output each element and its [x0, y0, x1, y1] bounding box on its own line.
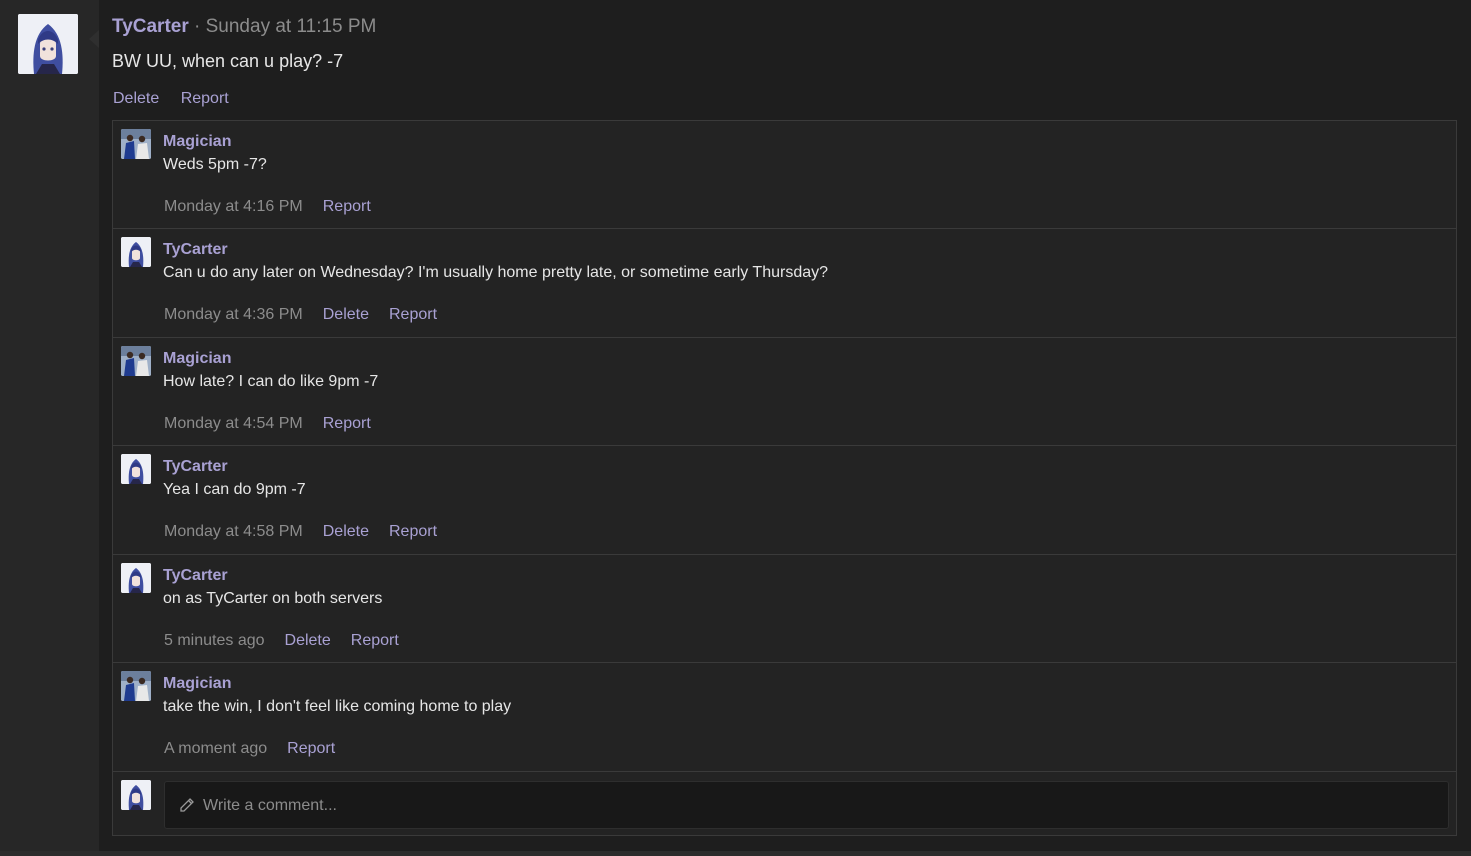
comment-author[interactable]: TyCarter	[163, 458, 228, 476]
avatar[interactable]	[121, 563, 151, 593]
report-button[interactable]: Report	[351, 632, 399, 649]
tycarter-avatar-icon	[121, 780, 151, 810]
comments-section: Magician Weds 5pm -7? Monday at 4:16 PM Rep…	[112, 120, 1457, 836]
delete-button[interactable]: Delete	[285, 632, 331, 649]
comment-text: on as TyCarter on both servers	[163, 590, 383, 607]
avatar[interactable]	[18, 14, 78, 74]
report-button[interactable]: Report	[389, 523, 437, 540]
comment-item: Magician take the win, I don't feel like …	[113, 663, 1456, 772]
comment-timestamp[interactable]: Monday at 4:16 PM	[164, 198, 303, 215]
comment-meta: A moment ago Report	[164, 740, 355, 758]
tycarter-avatar-icon	[121, 563, 151, 593]
avatar[interactable]	[121, 671, 151, 701]
post-body: BW UU, when can u play? -7	[112, 51, 344, 71]
comment-timestamp[interactable]: A moment ago	[164, 740, 267, 757]
comment-meta: Monday at 4:54 PM Report	[164, 415, 391, 433]
comment-item: TyCarter Can u do any later on Wednesday?…	[113, 229, 1456, 338]
delete-button[interactable]: Delete	[323, 306, 369, 323]
pencil-icon	[179, 797, 195, 818]
comment-text: Yea I can do 9pm -7	[163, 481, 306, 498]
comment-meta: 5 minutes ago Delete Report	[164, 632, 419, 650]
delete-button[interactable]: Delete	[113, 90, 159, 107]
tycarter-avatar-icon	[121, 454, 151, 484]
avatar-column	[0, 0, 99, 856]
magician-avatar-icon	[121, 346, 151, 376]
post-header: TyCarter · Sunday at 11:15 PM	[112, 16, 376, 38]
report-button[interactable]: Report	[181, 90, 229, 107]
post-timestamp[interactable]: Sunday at 11:15 PM	[206, 16, 377, 37]
comment-item: Magician Weds 5pm -7? Monday at 4:16 PM Rep…	[113, 121, 1456, 229]
comment-text: Weds 5pm -7?	[163, 156, 267, 173]
post-actions: Delete Report	[113, 90, 246, 108]
tycarter-avatar-icon	[121, 237, 151, 267]
comment-item: TyCarter on as TyCarter on both servers 5 …	[113, 555, 1456, 663]
comment-author[interactable]: TyCarter	[163, 241, 228, 259]
comment-author[interactable]: Magician	[163, 350, 231, 368]
comment-author[interactable]: TyCarter	[163, 567, 228, 585]
comment-item: TyCarter Yea I can do 9pm -7 Monday at 4:5…	[113, 446, 1456, 555]
comment-text: Can u do any later on Wednesday? I'm usu…	[163, 264, 829, 281]
avatar[interactable]	[121, 129, 151, 159]
avatar[interactable]	[121, 237, 151, 267]
report-button[interactable]: Report	[323, 198, 371, 215]
comment-text: How late? I can do like 9pm -7	[163, 373, 379, 390]
comment-meta: Monday at 4:16 PM Report	[164, 198, 391, 216]
magician-avatar-icon	[121, 671, 151, 701]
magician-avatar-icon	[121, 129, 151, 159]
tycarter-avatar-icon	[18, 14, 78, 74]
report-button[interactable]: Report	[287, 740, 335, 757]
comment-text: take the win, I don't feel like coming h…	[163, 698, 512, 715]
avatar[interactable]	[121, 780, 151, 810]
comment-timestamp[interactable]: Monday at 4:58 PM	[164, 523, 303, 540]
post-author[interactable]: TyCarter	[112, 16, 189, 37]
comment-timestamp[interactable]: Monday at 4:54 PM	[164, 415, 303, 432]
speech-arrow	[89, 30, 99, 48]
comment-timestamp[interactable]: Monday at 4:36 PM	[164, 306, 303, 323]
bottom-border	[0, 851, 1471, 856]
comment-composer: Write a comment...	[113, 772, 1456, 836]
comment-item: Magician How late? I can do like 9pm -7 Mo…	[113, 338, 1456, 446]
report-button[interactable]: Report	[323, 415, 371, 432]
avatar[interactable]	[121, 346, 151, 376]
comment-author[interactable]: Magician	[163, 675, 231, 693]
comment-placeholder: Write a comment...	[203, 797, 337, 814]
comment-timestamp[interactable]: 5 minutes ago	[164, 632, 265, 649]
comment-meta: Monday at 4:36 PM Delete Report	[164, 306, 457, 324]
comment-meta: Monday at 4:58 PM Delete Report	[164, 523, 457, 541]
delete-button[interactable]: Delete	[323, 523, 369, 540]
comment-author[interactable]: Magician	[163, 133, 231, 151]
header-separator: ·	[188, 16, 206, 37]
report-button[interactable]: Report	[389, 306, 437, 323]
comment-input[interactable]: Write a comment...	[164, 781, 1449, 829]
avatar[interactable]	[121, 454, 151, 484]
